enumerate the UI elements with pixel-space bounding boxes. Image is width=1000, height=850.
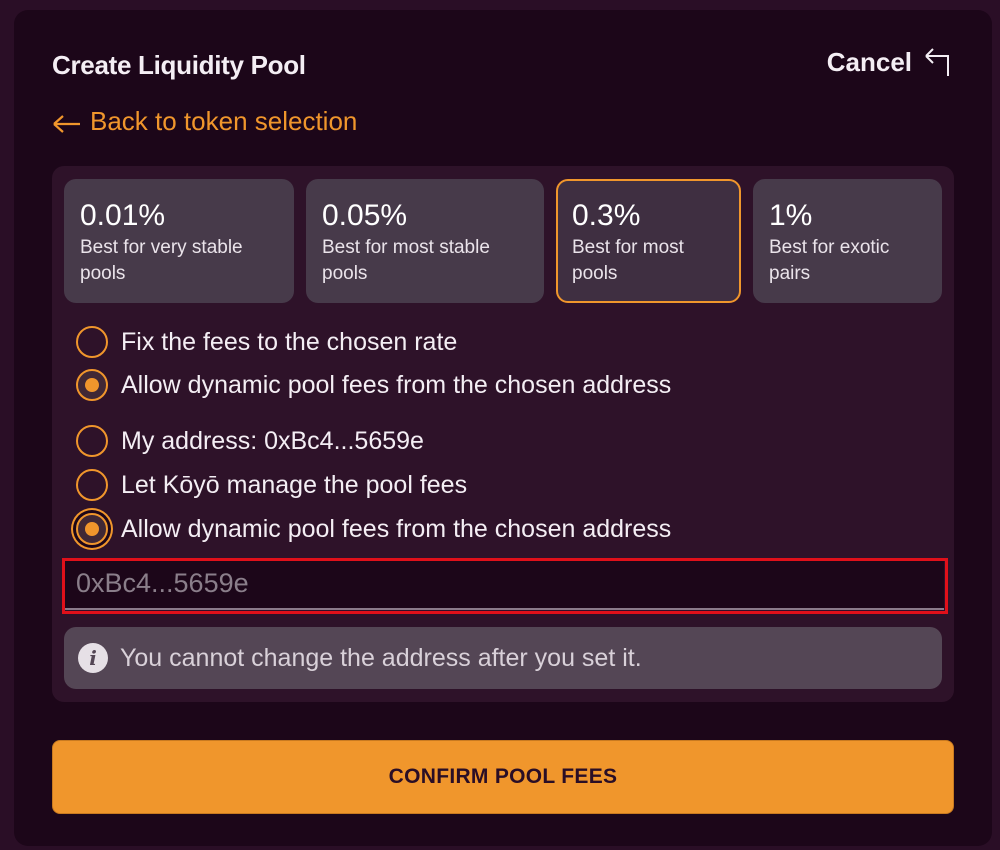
back-to-token-selection-link[interactable]: Back to token selection	[52, 106, 357, 137]
fee-tier-description: Best for most pools	[572, 237, 684, 284]
confirm-pool-fees-button[interactable]: CONFIRM POOL FEES	[52, 740, 954, 814]
radio-checked[interactable]	[76, 369, 108, 401]
fee-tier-0-01[interactable]: 0.01% Best for very stable pools	[64, 179, 294, 303]
option-label: Fix the fees to the chosen rate	[121, 327, 458, 356]
notice-text: You cannot change the address after you …	[120, 643, 642, 672]
fee-tier-value: 0.05%	[322, 199, 408, 232]
radio-dot	[85, 378, 99, 392]
radio-checked[interactable]	[76, 513, 108, 545]
option-label: Allow dynamic pool fees from the chosen …	[121, 514, 672, 543]
fee-tier-value: 0.01%	[80, 199, 166, 232]
my-address-option[interactable]: My address: 0xBc4...5659e	[76, 425, 424, 457]
arrow-left-icon	[52, 111, 82, 133]
fee-tier-description: Best for exotic pairs	[769, 237, 890, 284]
cancel-button[interactable]: Cancel	[827, 46, 954, 78]
info-icon: i	[78, 643, 108, 673]
fee-tier-value: 1%	[769, 199, 813, 232]
option-label: Let Kōyō manage the pool fees	[121, 470, 468, 499]
page-title: Create Liquidity Pool	[52, 50, 306, 80]
fee-tier-1[interactable]: 1% Best for exotic pairs	[753, 179, 942, 303]
radio-dot	[85, 522, 99, 536]
back-label: Back to token selection	[90, 106, 358, 136]
fee-settings-card: 0.01% Best for very stable pools 0.05% B…	[52, 166, 954, 702]
fee-tier-value: 0.3%	[572, 199, 641, 232]
option-label: My address: 0xBc4...5659e	[121, 426, 424, 455]
return-arrow-icon	[922, 46, 954, 78]
fee-tier-0-05[interactable]: 0.05% Best for most stable pools	[306, 179, 544, 303]
fix-fees-option[interactable]: Fix the fees to the chosen rate	[76, 326, 457, 358]
cancel-label: Cancel	[826, 46, 912, 77]
fee-tier-description: Best for very stable pools	[80, 237, 243, 284]
fee-tier-0-3[interactable]: 0.3% Best for most pools	[556, 179, 741, 303]
koyo-managed-option[interactable]: Let Kōyō manage the pool fees	[76, 469, 467, 501]
address-notice: i You cannot change the address after yo…	[64, 627, 942, 689]
radio-unchecked[interactable]	[76, 469, 108, 501]
radio-unchecked[interactable]	[76, 326, 108, 358]
radio-unchecked[interactable]	[76, 425, 108, 457]
option-label: Allow dynamic pool fees from the chosen …	[121, 370, 672, 399]
fee-tier-description: Best for most stable pools	[322, 237, 490, 284]
address-input[interactable]	[64, 558, 944, 610]
chosen-address-option[interactable]: Allow dynamic pool fees from the chosen …	[76, 513, 671, 545]
dynamic-fees-option[interactable]: Allow dynamic pool fees from the chosen …	[76, 369, 671, 401]
